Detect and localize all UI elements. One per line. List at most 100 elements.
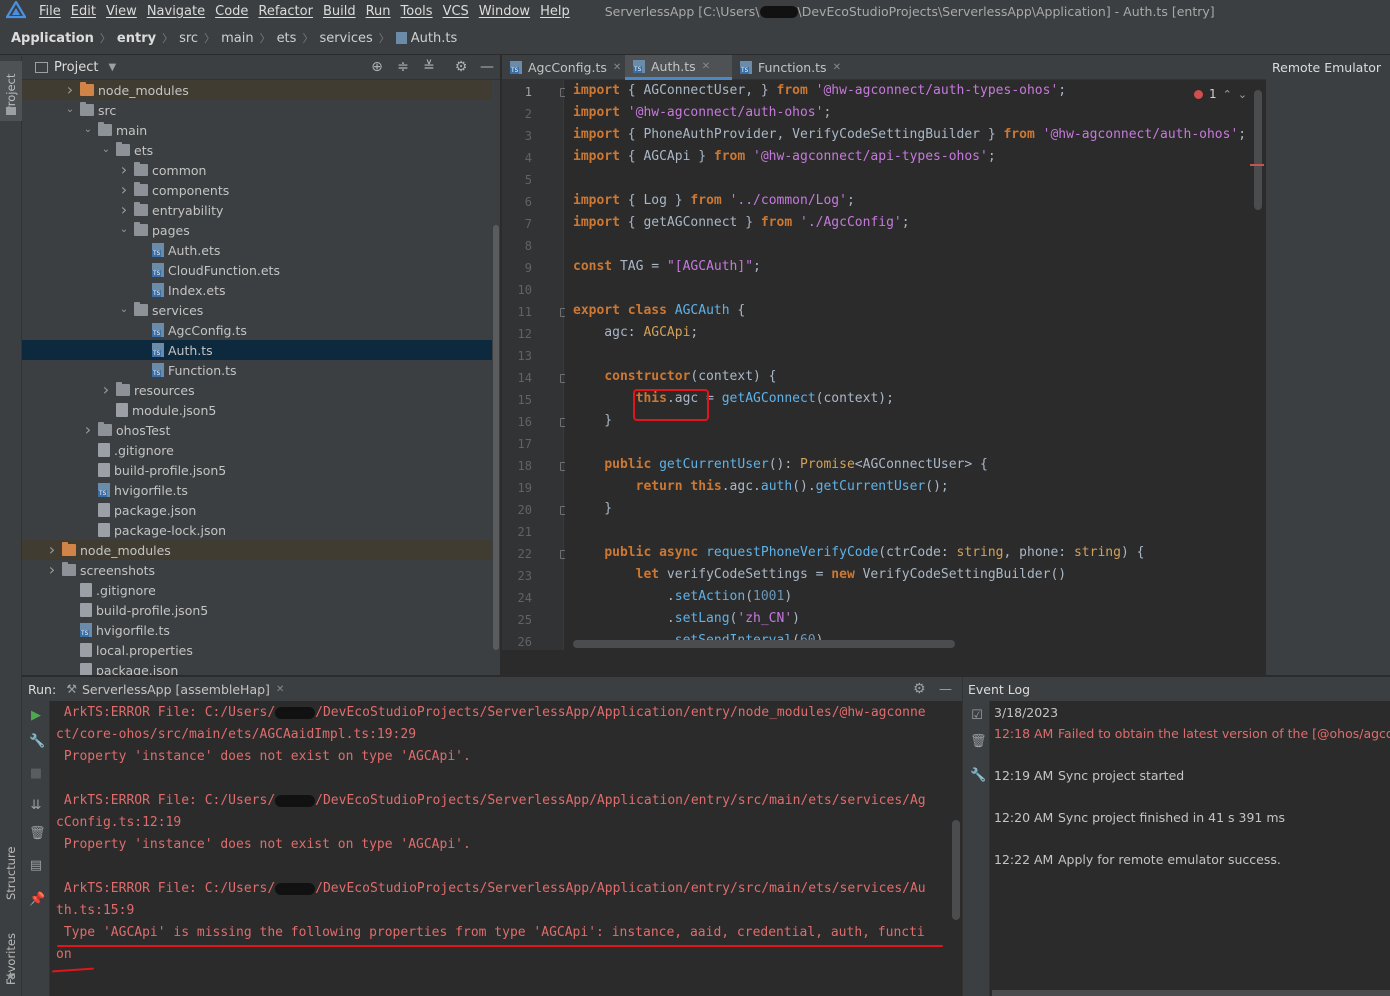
menu-item-code[interactable]: Code (210, 4, 253, 19)
layout-icon[interactable]: ▤ (29, 859, 43, 873)
tree-item[interactable]: hvigorfile.ts (22, 620, 492, 640)
tree-item[interactable]: Auth.ets (22, 240, 492, 260)
gear-icon[interactable]: ⚙ (453, 59, 469, 75)
favorites-tool-tab[interactable]: Favorites (0, 915, 22, 995)
chevron-right-icon[interactable] (64, 664, 76, 675)
minimize-icon[interactable]: — (939, 682, 952, 697)
event-log-entry[interactable]: 12:19 AM Sync project started (994, 768, 1184, 783)
close-icon[interactable]: ✕ (833, 62, 841, 73)
tree-item[interactable]: › entryability (22, 200, 492, 220)
chevron-right-icon[interactable] (82, 464, 94, 476)
tree-item[interactable]: › resources (22, 380, 492, 400)
chevron-right-icon[interactable] (136, 284, 148, 296)
chevron-right-icon[interactable] (136, 344, 148, 356)
chevron-right-icon[interactable] (64, 604, 76, 616)
breadcrumb-item[interactable]: main (221, 31, 253, 46)
run-console[interactable]: ArkTS:ERROR File: C:/Users/ /DevEcoStudio… (50, 701, 952, 996)
chevron-right-icon[interactable]: › (46, 562, 58, 578)
tree-item[interactable]: › common (22, 160, 492, 180)
editor-horizontal-scrollbar[interactable] (573, 640, 955, 648)
chevron-right-icon[interactable]: › (118, 162, 130, 178)
close-icon[interactable]: ✕ (276, 684, 284, 695)
tree-item[interactable]: Auth.ts (22, 340, 492, 360)
chevron-right-icon[interactable]: › (118, 202, 130, 218)
tree-item[interactable]: package.json (22, 660, 492, 675)
menu-item-build[interactable]: Build (318, 4, 361, 19)
chevron-down-icon[interactable]: ⌄ (64, 104, 76, 116)
error-stripe-marker[interactable] (1250, 164, 1264, 166)
pin-icon[interactable]: 📌 (29, 893, 45, 907)
close-icon[interactable]: ✕ (702, 61, 710, 72)
chevron-down-icon[interactable]: ⌄ (1238, 88, 1247, 101)
chevron-right-icon[interactable] (64, 644, 76, 656)
tree-item[interactable]: build-profile.json5 (22, 600, 492, 620)
collapse-all-icon[interactable]: ≚ (421, 59, 437, 75)
menu-item-window[interactable]: Window (474, 4, 535, 19)
chevron-right-icon[interactable] (136, 264, 148, 276)
chevron-right-icon[interactable] (64, 584, 76, 596)
tree-item[interactable]: ⌄ pages (22, 220, 492, 240)
event-log-entry[interactable]: 12:18 AM Failed to obtain the latest vers… (994, 726, 1390, 741)
event-log-scrollbar[interactable] (992, 990, 1390, 996)
event-log-title[interactable]: Event Log (968, 682, 1030, 697)
tree-item[interactable]: module.json5 (22, 400, 492, 420)
chevron-right-icon[interactable] (64, 624, 76, 636)
minimize-icon[interactable]: — (479, 59, 495, 75)
scroll-to-end-icon[interactable]: ⇊ (29, 799, 43, 813)
code-editor[interactable]: import { AGConnectUser, } from '@hw-agco… (565, 80, 1265, 650)
tree-item[interactable]: Function.ts (22, 360, 492, 380)
editor-tab[interactable]: Function.ts ✕ (732, 55, 842, 80)
breadcrumb-item[interactable]: src (179, 31, 198, 46)
trash-icon[interactable]: 🗑 (29, 827, 46, 841)
tree-item[interactable]: local.properties (22, 640, 492, 660)
tree-item[interactable]: ⌄ main (22, 120, 492, 140)
menu-item-refactor[interactable]: Refactor (253, 4, 318, 19)
menu-item-tools[interactable]: Tools (396, 4, 438, 19)
gear-icon[interactable]: ⚙ (913, 681, 926, 697)
tree-item[interactable]: .gitignore (22, 440, 492, 460)
console-scrollbar[interactable] (952, 820, 960, 920)
editor-tab[interactable]: AgcConfig.ts ✕ (502, 55, 625, 80)
error-indicator[interactable]: 1 ⌃ ⌄ (1194, 86, 1247, 102)
run-config-tab[interactable]: ⚒ ServerlessApp [assembleHap] ✕ (66, 682, 284, 697)
tree-item[interactable]: AgcConfig.ts (22, 320, 492, 340)
chevron-right-icon[interactable]: › (82, 422, 94, 438)
tree-item[interactable]: ⌄ ets (22, 140, 492, 160)
chevron-right-icon[interactable] (136, 364, 148, 376)
tree-item[interactable]: › screenshots (22, 560, 492, 580)
chevron-right-icon[interactable]: › (46, 542, 58, 558)
menu-item-edit[interactable]: Edit (66, 4, 101, 19)
chevron-right-icon[interactable]: › (118, 182, 130, 198)
chevron-down-icon[interactable]: ⌄ (100, 144, 112, 156)
editor-vertical-scrollbar[interactable] (1254, 90, 1262, 210)
trash-icon[interactable]: 🗑 (970, 735, 987, 749)
tree-item[interactable]: ⌄ services (22, 300, 492, 320)
chevron-up-icon[interactable]: ⌃ (1223, 88, 1232, 101)
chevron-right-icon[interactable] (100, 404, 112, 416)
breadcrumb-item[interactable]: Application (11, 31, 94, 46)
event-log-entry[interactable]: 12:22 AM Apply for remote emulator succes… (994, 852, 1281, 867)
tree-item[interactable]: › node_modules (22, 540, 492, 560)
menu-item-help[interactable]: Help (535, 4, 575, 19)
chevron-right-icon[interactable]: › (64, 82, 76, 98)
event-log[interactable]: 3/18/2023 12:18 AM Failed to obtain the l… (990, 701, 1390, 996)
tree-item[interactable]: › node_modules (22, 80, 492, 100)
tree-item[interactable]: hvigorfile.ts (22, 480, 492, 500)
menu-item-vcs[interactable]: VCS (438, 4, 474, 19)
chevron-right-icon[interactable] (136, 244, 148, 256)
menu-item-view[interactable]: View (101, 4, 142, 19)
wrench-icon[interactable]: 🔧 (970, 769, 986, 783)
tree-item[interactable]: .gitignore (22, 580, 492, 600)
chevron-right-icon[interactable] (82, 484, 94, 496)
stop-icon[interactable]: ■ (29, 767, 43, 781)
project-panel-title[interactable]: Project (54, 60, 98, 75)
breadcrumb-item[interactable]: entry (117, 31, 156, 46)
menu-item-run[interactable]: Run (361, 4, 396, 19)
tree-item[interactable]: › components (22, 180, 492, 200)
menu-item-navigate[interactable]: Navigate (142, 4, 210, 19)
tree-item[interactable]: package-lock.json (22, 520, 492, 540)
breadcrumb-item[interactable]: ets (277, 31, 297, 46)
remote-emulator-tab[interactable]: Remote Emulator (1272, 60, 1381, 75)
chevron-right-icon[interactable] (82, 444, 94, 456)
breadcrumb-item[interactable]: Auth.ts (411, 31, 457, 46)
